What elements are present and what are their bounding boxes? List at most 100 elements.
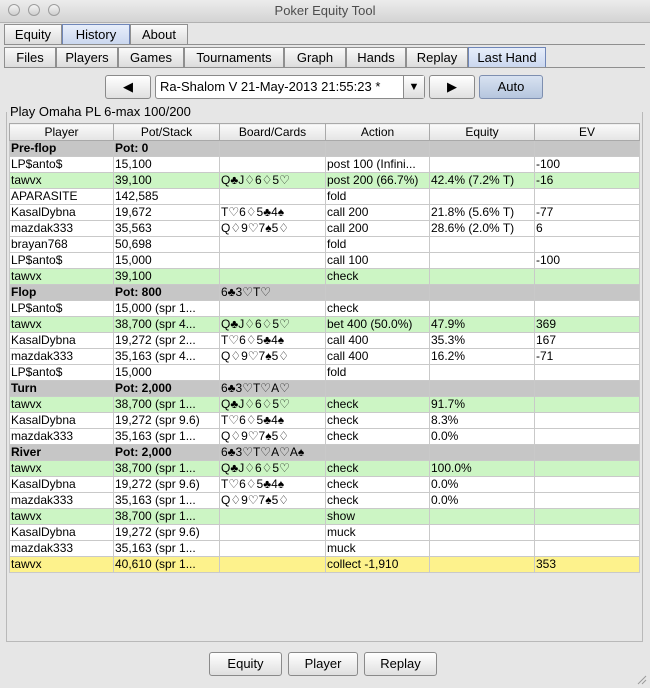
tab-last-hand[interactable]: Last Hand: [468, 47, 546, 68]
tab-files[interactable]: Files: [4, 47, 56, 67]
cell-pot-stack: 35,163 (spr 1...: [113, 540, 220, 557]
cell-board-cards: T♡6♢5♣4♠: [219, 412, 326, 429]
cell-equity: [429, 380, 535, 397]
table-row[interactable]: tawvx 38,700 (spr 4... Q♣J♢6♢5♡ bet 400 (50…: [9, 316, 640, 333]
cell-player: mazdak333: [9, 428, 114, 445]
table-row[interactable]: KasalDybna 19,272 (spr 2... T♡6♢5♣4♠ call 4…: [9, 332, 640, 349]
cell-action: fold: [325, 364, 430, 381]
table-row[interactable]: LP$anto$ 15,100 post 100 (Infini... -100: [9, 156, 640, 173]
table-row[interactable]: tawvx 39,100 check: [9, 268, 640, 285]
cell-pot-stack: 38,700 (spr 1...: [113, 396, 220, 413]
cell-player: mazdak333: [9, 348, 114, 365]
table-row[interactable]: mazdak333 35,163 (spr 4... Q♢9♡7♠5♢ call 40…: [9, 348, 640, 365]
equity-button[interactable]: Equity: [209, 652, 282, 676]
cell-equity: [429, 300, 535, 317]
cell-pot-stack: 50,698: [113, 236, 220, 253]
table-row[interactable]: tawvx 40,610 (spr 1... collect -1,910 353: [9, 556, 640, 573]
cell-player: mazdak333: [9, 220, 114, 237]
cell-equity: [429, 508, 535, 525]
cell-pot-stack: 15,000: [113, 364, 220, 381]
hand-select-value: Ra-Shalom V 21-May-2013 21:55:23 *: [160, 79, 381, 94]
column-header-pot-stack[interactable]: Pot/Stack: [113, 123, 220, 141]
street-header-row[interactable]: Flop Pot: 800 6♣3♡T♡: [9, 284, 640, 301]
main-tab-divider: [4, 44, 645, 45]
column-header-player[interactable]: Player: [9, 123, 114, 141]
cell-equity: [429, 444, 535, 461]
tab-hands[interactable]: Hands: [346, 47, 406, 67]
cell-equity: 91.7%: [429, 396, 535, 413]
hand-select-dropdown[interactable]: Ra-Shalom V 21-May-2013 21:55:23 * ▼: [155, 75, 425, 99]
tab-replay[interactable]: Replay: [406, 47, 468, 67]
next-hand-button[interactable]: ▶: [429, 75, 475, 99]
cell-ev: -100: [534, 156, 640, 173]
tab-about[interactable]: About: [130, 24, 188, 44]
cell-player: KasalDybna: [9, 332, 114, 349]
cell-ev: [534, 476, 640, 493]
cell-player: KasalDybna: [9, 204, 114, 221]
cell-action: post 100 (Infini...: [325, 156, 430, 173]
cell-pot-stack: 35,163 (spr 1...: [113, 492, 220, 509]
table-row[interactable]: brayan768 50,698 fold: [9, 236, 640, 253]
cell-ev: [534, 460, 640, 477]
table-row[interactable]: LP$anto$ 15,000 call 100 -100: [9, 252, 640, 269]
street-header-row[interactable]: River Pot: 2,000 6♣3♡T♡A♡A♠: [9, 444, 640, 461]
street-header-row[interactable]: Pre-flop Pot: 0: [9, 140, 640, 157]
cell-action: [325, 380, 430, 397]
cell-pot-stack: 38,700 (spr 1...: [113, 460, 220, 477]
tab-games[interactable]: Games: [118, 47, 184, 67]
table-row[interactable]: mazdak333 35,563 Q♢9♡7♠5♢ call 200 28.6% (2.…: [9, 220, 640, 237]
cell-pot-stack: Pot: 2,000: [113, 380, 220, 397]
tab-equity[interactable]: Equity: [4, 24, 62, 44]
player-button[interactable]: Player: [288, 652, 358, 676]
table-row[interactable]: KasalDybna 19,272 (spr 9.6) T♡6♢5♣4♠ check 8…: [9, 412, 640, 429]
table-row[interactable]: LP$anto$ 15,000 fold: [9, 364, 640, 381]
cell-pot-stack: 19,272 (spr 9.6): [113, 476, 220, 493]
table-row[interactable]: KasalDybna 19,272 (spr 9.6) T♡6♢5♣4♠ check 0…: [9, 476, 640, 493]
cell-board-cards: [219, 156, 326, 173]
table-row[interactable]: mazdak333 35,163 (spr 1... Q♢9♡7♠5♢ check 0.…: [9, 428, 640, 445]
column-header-board-cards[interactable]: Board/Cards: [219, 123, 326, 141]
replay-button[interactable]: Replay: [364, 652, 437, 676]
table-row[interactable]: mazdak333 35,163 (spr 1... muck: [9, 540, 640, 557]
table-row[interactable]: LP$anto$ 15,000 (spr 1... check: [9, 300, 640, 317]
tab-graph[interactable]: Graph: [284, 47, 346, 67]
cell-action: call 200: [325, 220, 430, 237]
cell-player: LP$anto$: [9, 252, 114, 269]
table-row[interactable]: mazdak333 35,163 (spr 1... Q♢9♡7♠5♢ check 0.…: [9, 492, 640, 509]
auto-button[interactable]: Auto: [479, 75, 543, 99]
tab-history[interactable]: History: [62, 24, 130, 45]
tab-players[interactable]: Players: [56, 47, 118, 67]
table-row[interactable]: tawvx 38,700 (spr 1... Q♣J♢6♢5♡ check 91.7%: [9, 396, 640, 413]
cell-ev: 353: [534, 556, 640, 573]
column-header-action[interactable]: Action: [325, 123, 430, 141]
cell-action: show: [325, 508, 430, 525]
cell-ev: [534, 492, 640, 509]
resize-grip-icon[interactable]: [637, 675, 647, 685]
cell-player: Pre-flop: [9, 140, 114, 157]
cell-player: Turn: [9, 380, 114, 397]
previous-hand-button[interactable]: ◀: [105, 75, 151, 99]
cell-board-cards: [219, 556, 326, 573]
cell-ev: [534, 412, 640, 429]
column-header-equity[interactable]: Equity: [429, 123, 535, 141]
cell-action: call 200: [325, 204, 430, 221]
cell-ev: [534, 380, 640, 397]
tab-tournaments[interactable]: Tournaments: [184, 47, 284, 67]
cell-ev: [534, 540, 640, 557]
column-header-ev[interactable]: EV: [534, 123, 640, 141]
table-row[interactable]: APARASITE 142,585 fold: [9, 188, 640, 205]
cell-equity: 0.0%: [429, 428, 535, 445]
table-row[interactable]: KasalDybna 19,672 T♡6♢5♣4♠ call 200 21.8% (5…: [9, 204, 640, 221]
table-row[interactable]: KasalDybna 19,272 (spr 9.6) muck: [9, 524, 640, 541]
chevron-down-icon[interactable]: ▼: [403, 76, 424, 98]
table-row[interactable]: tawvx 38,700 (spr 1... show: [9, 508, 640, 525]
table-row[interactable]: tawvx 39,100 Q♣J♢6♢5♡ post 200 (66.7%) 42.4%…: [9, 172, 640, 189]
cell-action: call 400: [325, 332, 430, 349]
cell-ev: -77: [534, 204, 640, 221]
cell-board-cards: [219, 300, 326, 317]
cell-equity: 16.2%: [429, 348, 535, 365]
street-header-row[interactable]: Turn Pot: 2,000 6♣3♡T♡A♡: [9, 380, 640, 397]
right-triangle-icon: ▶: [447, 79, 457, 94]
table-row[interactable]: tawvx 38,700 (spr 1... Q♣J♢6♢5♡ check 100.0%: [9, 460, 640, 477]
cell-player: LP$anto$: [9, 300, 114, 317]
